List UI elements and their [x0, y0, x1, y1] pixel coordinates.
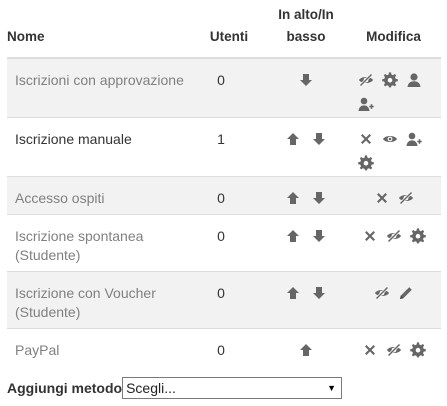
- move-up-icon[interactable]: [298, 342, 314, 358]
- table-row: PayPal 0: [7, 327, 441, 366]
- updown-cell: [266, 327, 346, 366]
- edit-cell: [346, 213, 441, 271]
- settings-icon[interactable]: [358, 155, 374, 171]
- enable-icon[interactable]: [386, 228, 402, 244]
- enable-icon[interactable]: [358, 72, 374, 88]
- move-down-icon[interactable]: [311, 285, 327, 301]
- updown-cell: [266, 213, 346, 271]
- enable-icon[interactable]: [398, 190, 414, 206]
- delete-icon[interactable]: [362, 342, 378, 358]
- move-up-icon[interactable]: [285, 228, 301, 244]
- method-users: 0: [192, 327, 266, 366]
- enable-icon[interactable]: [386, 342, 402, 358]
- add-method-select[interactable]: Scegli... ▼: [122, 377, 343, 399]
- move-down-icon[interactable]: [311, 131, 327, 147]
- move-up-icon[interactable]: [285, 285, 301, 301]
- header-edit: Modifica: [346, 0, 441, 59]
- move-up-icon[interactable]: [285, 190, 301, 206]
- updown-cell: [266, 175, 346, 214]
- updown-cell: [266, 57, 346, 117]
- table-row: Accesso ospiti 0: [7, 175, 441, 214]
- updown-cell: [266, 116, 346, 176]
- settings-icon[interactable]: [410, 342, 426, 358]
- enrolment-methods-page: Nome Utenti In alto/In basso Modifica Is…: [0, 0, 447, 406]
- table-header-row: Nome Utenti In alto/In basso Modifica: [7, 0, 441, 59]
- edit-cell: [346, 116, 441, 176]
- method-name: PayPal: [7, 327, 192, 366]
- edit-cell: [346, 270, 441, 328]
- table-row: Iscrizioni con approvazione 0: [7, 57, 441, 117]
- method-users: 0: [192, 175, 266, 214]
- header-updown: In alto/In basso: [266, 0, 346, 59]
- edit-cell: [346, 327, 441, 366]
- header-users: Utenti: [192, 0, 266, 59]
- move-up-icon[interactable]: [285, 131, 301, 147]
- method-name: Iscrizione spontanea (Studente): [7, 213, 192, 271]
- table-row: Iscrizione con Voucher (Studente) 0: [7, 270, 441, 328]
- header-name: Nome: [7, 0, 192, 59]
- method-name: Accesso ospiti: [7, 175, 192, 214]
- table-row: Iscrizione spontanea (Studente) 0: [7, 213, 441, 271]
- edit-cell: [346, 175, 441, 214]
- method-users: 1: [192, 116, 266, 176]
- disable-icon[interactable]: [382, 131, 398, 147]
- dropdown-arrow-icon: ▼: [327, 383, 337, 393]
- move-down-icon[interactable]: [311, 190, 327, 206]
- settings-icon[interactable]: [410, 228, 426, 244]
- add-method-row: Aggiungi metodo Scegli... ▼: [7, 377, 343, 399]
- enable-icon[interactable]: [374, 285, 390, 301]
- move-down-icon[interactable]: [298, 72, 314, 88]
- delete-icon[interactable]: [358, 131, 374, 147]
- settings-icon[interactable]: [382, 72, 398, 88]
- method-name: Iscrizione con Voucher (Studente): [7, 270, 192, 328]
- manage-users-icon[interactable]: [406, 72, 422, 88]
- move-down-icon[interactable]: [311, 228, 327, 244]
- delete-icon[interactable]: [374, 190, 390, 206]
- add-method-label: Aggiungi metodo: [7, 380, 123, 396]
- updown-cell: [266, 270, 346, 328]
- delete-icon[interactable]: [362, 228, 378, 244]
- method-name: Iscrizione manuale: [7, 116, 192, 176]
- method-name: Iscrizioni con approvazione: [7, 57, 192, 117]
- method-users: 0: [192, 270, 266, 328]
- edit-cell: [346, 57, 441, 117]
- enrol-users-icon[interactable]: [406, 131, 422, 147]
- enrol-users-icon[interactable]: [358, 96, 374, 112]
- table-row: Iscrizione manuale 1: [7, 116, 441, 176]
- edit-pencil-icon[interactable]: [398, 285, 414, 301]
- add-method-selected-value: Scegli...: [126, 380, 176, 396]
- enrolment-methods-table: Nome Utenti In alto/In basso Modifica Is…: [7, 0, 441, 366]
- method-users: 0: [192, 57, 266, 117]
- method-users: 0: [192, 213, 266, 271]
